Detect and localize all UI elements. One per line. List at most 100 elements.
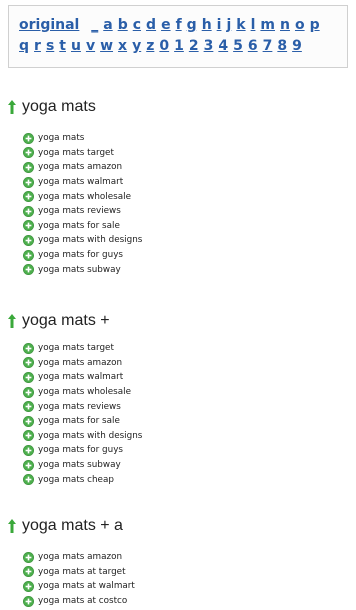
letter-link-o[interactable]: o xyxy=(295,17,305,33)
letter-link-r[interactable]: r xyxy=(34,38,41,54)
suggestion-item[interactable]: yoga mats amazon xyxy=(23,160,142,175)
letter-link-m[interactable]: m xyxy=(260,17,275,33)
letter-link-1[interactable]: 1 xyxy=(174,38,184,54)
suggestion-item[interactable]: yoga mats reviews xyxy=(23,204,142,219)
suggestion-label: yoga mats target xyxy=(38,147,114,158)
plus-circle-icon[interactable] xyxy=(23,205,34,217)
letter-link-i[interactable]: i xyxy=(217,17,222,33)
suggestion-label: yoga mats subway xyxy=(38,264,121,275)
letter-link-y[interactable]: y xyxy=(132,38,141,54)
suggestion-item[interactable]: yoga mats amazon xyxy=(23,356,142,371)
suggestion-list: yoga mats target yoga mats amazon yoga mat… xyxy=(23,341,142,487)
suggestion-item[interactable]: yoga mats for guys xyxy=(23,443,142,458)
suggestion-item[interactable]: yoga mats at target xyxy=(23,565,135,580)
letter-link-w[interactable]: w xyxy=(100,38,113,54)
suggestion-item[interactable]: yoga mats cheap xyxy=(23,472,142,487)
suggestion-label: yoga mats target xyxy=(38,343,114,354)
letter-link-7[interactable]: 7 xyxy=(263,38,273,54)
letter-link-v[interactable]: v xyxy=(86,38,95,54)
letter-link-q[interactable]: q xyxy=(19,38,29,54)
plus-circle-icon[interactable] xyxy=(23,249,34,261)
letter-link-8[interactable]: 8 xyxy=(277,38,287,54)
letter-link-n[interactable]: n xyxy=(280,17,290,33)
plus-circle-icon[interactable] xyxy=(23,161,34,173)
letter-link-3[interactable]: 3 xyxy=(204,38,214,54)
letter-link-6[interactable]: 6 xyxy=(248,38,258,54)
plus-circle-icon[interactable] xyxy=(23,551,34,563)
letter-link-u[interactable]: u xyxy=(71,38,81,54)
suggestion-item[interactable]: yoga mats for sale xyxy=(23,219,142,234)
suggestion-item[interactable]: yoga mats subway xyxy=(23,458,142,473)
plus-circle-icon[interactable] xyxy=(23,147,34,159)
letter-link-underscore[interactable]: _ xyxy=(91,17,98,33)
suggestion-label: yoga mats at walmart xyxy=(38,581,135,592)
plus-circle-icon[interactable] xyxy=(23,401,34,413)
letter-link-h[interactable]: h xyxy=(202,17,212,33)
plus-circle-icon[interactable] xyxy=(23,176,34,188)
keyword-section: yoga mats + yoga mats target yoga mats am… xyxy=(8,310,348,486)
letter-link-b[interactable]: b xyxy=(118,17,128,33)
plus-circle-icon[interactable] xyxy=(23,474,34,486)
letter-link-2[interactable]: 2 xyxy=(189,38,199,54)
suggestion-item[interactable]: yoga mats for guys xyxy=(23,248,142,263)
plus-circle-icon[interactable] xyxy=(23,430,34,442)
suggestion-item[interactable]: yoga mats amazon xyxy=(23,550,135,565)
letter-link-j[interactable]: j xyxy=(226,17,231,33)
letter-link-g[interactable]: g xyxy=(187,17,197,33)
plus-circle-icon[interactable] xyxy=(23,371,34,383)
letter-link-4[interactable]: 4 xyxy=(218,38,228,54)
plus-circle-icon[interactable] xyxy=(23,342,34,354)
suggestion-item[interactable]: yoga mats for sale xyxy=(23,414,142,429)
letter-link-f[interactable]: f xyxy=(176,17,182,33)
plus-circle-icon[interactable] xyxy=(23,595,34,607)
plus-circle-icon[interactable] xyxy=(23,132,34,144)
up-arrow-icon xyxy=(8,314,16,328)
suggestion-item[interactable]: yoga mats with designs xyxy=(23,233,142,248)
plus-circle-icon[interactable] xyxy=(23,580,34,592)
plus-circle-icon[interactable] xyxy=(23,234,34,246)
letter-link-0[interactable]: 0 xyxy=(159,38,169,54)
suggestion-item[interactable]: yoga mats target xyxy=(23,146,142,161)
plus-circle-icon[interactable] xyxy=(23,220,34,232)
suggestion-item[interactable]: yoga mats with designs xyxy=(23,429,142,444)
suggestion-item[interactable]: yoga mats walmart xyxy=(23,370,142,385)
letter-link-9[interactable]: 9 xyxy=(292,38,302,54)
suggestion-item[interactable]: yoga mats subway xyxy=(23,262,142,277)
plus-circle-icon[interactable] xyxy=(23,459,34,471)
suggestion-item[interactable]: yoga mats target xyxy=(23,341,142,356)
letter-link-k[interactable]: k xyxy=(236,17,245,33)
letter-link-l[interactable]: l xyxy=(251,17,256,33)
suggestion-item[interactable]: yoga mats at costco xyxy=(23,594,135,609)
suggestion-item[interactable]: yoga mats wholesale xyxy=(23,189,142,204)
suggestion-label: yoga mats cheap xyxy=(38,474,114,485)
section-title[interactable]: yoga mats xyxy=(22,98,96,116)
suggestion-item[interactable]: yoga mats walmart xyxy=(23,175,142,190)
suggestion-label: yoga mats with designs xyxy=(38,430,143,441)
suggestion-item[interactable]: yoga mats reviews xyxy=(23,399,142,414)
plus-circle-icon[interactable] xyxy=(23,386,34,398)
plus-circle-icon[interactable] xyxy=(23,415,34,427)
letter-link-c[interactable]: c xyxy=(133,17,141,33)
letter-link-e[interactable]: e xyxy=(161,17,171,33)
suggestion-item[interactable]: yoga mats at walmart xyxy=(23,579,135,594)
letter-link-p[interactable]: p xyxy=(310,17,320,33)
suggestion-item[interactable]: yoga mats wholesale xyxy=(23,385,142,400)
original-link[interactable]: original xyxy=(19,17,79,33)
letter-link-a[interactable]: a xyxy=(103,17,112,33)
plus-circle-icon[interactable] xyxy=(23,444,34,456)
letter-link-x[interactable]: x xyxy=(118,38,127,54)
plus-circle-icon[interactable] xyxy=(23,357,34,369)
letter-link-s[interactable]: s xyxy=(46,38,54,54)
section-title[interactable]: yoga mats + a xyxy=(22,517,123,535)
plus-circle-icon[interactable] xyxy=(23,264,34,276)
plus-circle-icon[interactable] xyxy=(23,566,34,578)
letter-link-5[interactable]: 5 xyxy=(233,38,243,54)
letter-link-t[interactable]: t xyxy=(59,38,66,54)
suggestion-label: yoga mats amazon xyxy=(38,552,123,563)
suggestion-item[interactable]: yoga mats xyxy=(23,131,142,146)
plus-circle-icon[interactable] xyxy=(23,191,34,203)
section-title[interactable]: yoga mats + xyxy=(22,312,110,330)
letter-link-d[interactable]: d xyxy=(146,17,156,33)
keyword-section: yoga mats yoga mats yoga mats target yoga … xyxy=(8,96,348,276)
letter-link-z[interactable]: z xyxy=(146,38,154,54)
